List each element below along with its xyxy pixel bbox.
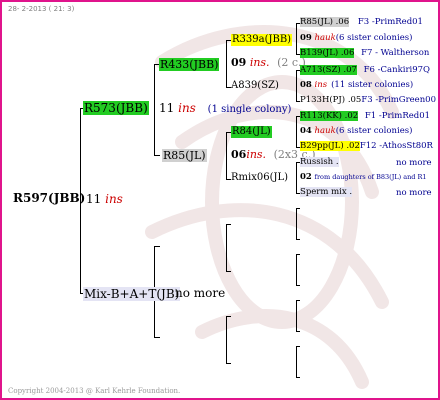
gen3-a1-id[interactable]: R339a(JBB) [231, 34, 293, 46]
gen4-r10-more: no more [396, 158, 432, 168]
gen4-row-8: 04 hauk(6 sister colonies) [300, 126, 413, 136]
gen4-row-3: B139(JL) .06 F7 - Waltherson [300, 48, 430, 58]
gen4-row-2: 09 hauk(6 sister colonies) [300, 33, 413, 43]
gen4-r3-id[interactable]: B139(JL) .06 [300, 48, 355, 58]
connector-line [226, 224, 227, 272]
gen4-r4-id[interactable]: A713(SZ) .07 [300, 65, 357, 75]
connector-line [296, 377, 300, 378]
connector-line [296, 254, 300, 255]
root-ins-label: ins [105, 192, 123, 206]
gen1-upper-id[interactable]: R573(JBB) [83, 101, 149, 115]
connector-line [226, 316, 227, 364]
connector-line [296, 300, 297, 332]
gen4-row-10: Russish . [300, 157, 339, 167]
gen2-b-id[interactable]: R85(JL) [162, 149, 207, 162]
gen4-r9-id[interactable]: B29pp(JL) .02 [300, 141, 360, 151]
root-queen-id[interactable]: R597(JBB) [13, 192, 85, 204]
gen4-r12-id[interactable]: Sperm mix . [300, 187, 353, 197]
connector-line [154, 64, 155, 156]
pedigree-chart: 28- 2-2013 ( 21: 3) R597(JBB) 11 ins R57… [0, 0, 440, 400]
root-colony-count: 11 ins [86, 192, 123, 206]
gen3-b2-id[interactable]: Rmix06(JL) [231, 173, 288, 183]
connector-line [296, 23, 297, 55]
connector-line [296, 162, 297, 194]
gen4-row-5: 08 ins (11 sister colonies) [300, 80, 414, 90]
connector-line [296, 346, 300, 347]
gen4-row-12: Sperm mix . [300, 187, 353, 197]
connector-line [296, 208, 300, 209]
connector-line [226, 271, 231, 272]
gen4-row-6: P133H(PJ) .05F3 -PrimGreen00 [300, 95, 436, 105]
connector-line [226, 363, 231, 364]
gen4-r10-id[interactable]: Russish . [300, 157, 339, 167]
connector-line [154, 337, 160, 338]
connector-line [296, 300, 300, 301]
gen4-row-11: 02 from daughters of B83(JL) and R1 [300, 172, 427, 182]
gen4-r1-id[interactable]: R85(JL) .06 [300, 17, 350, 27]
gen3-b1-id[interactable]: R84(JL) [231, 126, 272, 138]
gen2-a-info: 09 ins. (2 c.) [231, 56, 306, 69]
gen1-lower-id[interactable]: Mix-B+A+T(JB) [83, 287, 181, 301]
connector-line [296, 331, 300, 332]
gen4-row-1: R85(JL) .06 F3 -PrimRed01 [300, 17, 423, 27]
print-date: 28- 2-2013 ( 21: 3) [8, 5, 75, 13]
connector-line [296, 116, 297, 148]
gen4-row-4: A713(SZ) .07 F6 -Cankiri97Q [300, 65, 431, 75]
gen4-row-7: R113(KK) .02 F1 -PrimRed01 [300, 111, 431, 121]
gen4-r7-id[interactable]: R113(KK) .02 [300, 111, 359, 121]
gen4-r6-id[interactable]: P133H(PJ) .05 [300, 95, 361, 105]
gen2-a-id[interactable]: R433(JBB) [159, 58, 220, 71]
connector-line [296, 346, 297, 378]
connector-line [226, 132, 227, 180]
gen3-a2-id[interactable]: A839(SZ) [231, 81, 279, 91]
connector-line [226, 40, 227, 88]
gen4-row-9: B29pp(JL) .02F12 -AthosSt80R [300, 141, 433, 151]
connector-line [296, 285, 300, 286]
connector-line [154, 246, 160, 247]
connector-line [154, 155, 160, 156]
connector-line [296, 208, 297, 240]
connector-line [296, 239, 300, 240]
copyright-footer: Copyright 2004-2013 @ Karl Kehrle Founda… [8, 387, 181, 395]
gen4-r12-more: no more [396, 188, 432, 198]
connector-line [296, 70, 297, 102]
connector-line [296, 254, 297, 286]
connector-line [226, 224, 231, 225]
connector-line [226, 316, 231, 317]
gen1-upper-info: 11 ins (1 single colony) [159, 101, 292, 115]
gen1-lower-more: no more [175, 286, 226, 300]
